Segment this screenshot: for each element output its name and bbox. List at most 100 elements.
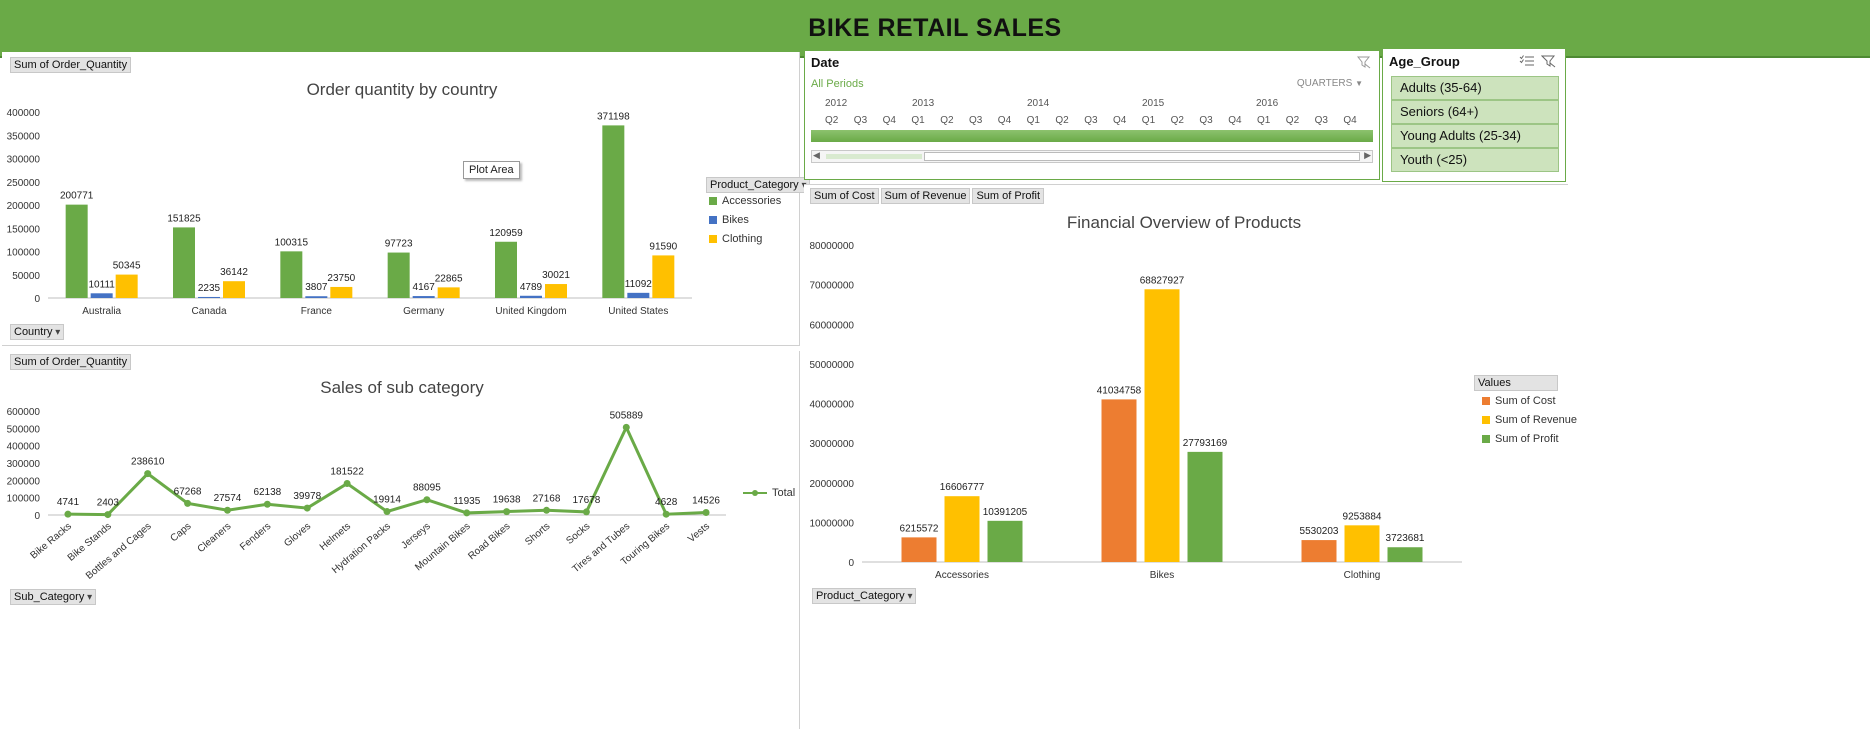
legend-item-bikes: Bikes (709, 214, 749, 226)
country-chart-panel[interactable]: Sum of Order_Quantity Order quantity by … (2, 52, 811, 346)
legend-item-sum-of-revenue: Sum of Revenue (1482, 414, 1577, 426)
quarter-label[interactable]: Q4 (1343, 115, 1356, 126)
scroll-right-icon[interactable]: ▶ (1364, 150, 1371, 161)
quarter-label[interactable]: Q1 (1257, 115, 1270, 126)
age-item-young-adults[interactable]: Young Adults (25-34) (1391, 124, 1559, 148)
bar-clothing-united-kingdom (545, 284, 567, 298)
country-bar-chart[interactable]: 0 50000 100000 150000 200000 250000 300000 3500… (2, 52, 800, 346)
y-tick-label: 100000 (7, 248, 41, 259)
x-tick-label: Canada (191, 306, 226, 317)
data-label: 97723 (385, 239, 413, 250)
y-tick-label: 50000 (12, 271, 40, 282)
quarter-label[interactable]: Q1 (1027, 115, 1040, 126)
data-label: 4628 (655, 497, 678, 508)
axis-field-chip-country[interactable]: Country (10, 324, 65, 340)
legend-swatch (743, 489, 767, 497)
legend-label: Clothing (722, 233, 763, 245)
quarter-label[interactable]: Q3 (854, 115, 867, 126)
axis-field-chip-subcategory[interactable]: Sub_Category (10, 589, 97, 605)
data-label: 68827927 (1140, 275, 1185, 286)
x-tick-label: Helmets (318, 521, 353, 553)
legend-field-chip[interactable]: Product_Category (706, 177, 811, 193)
age-item-seniors[interactable]: Seniors (64+) (1391, 100, 1559, 124)
year-label: 2015 (1142, 98, 1165, 109)
multi-select-icon[interactable] (1519, 54, 1535, 68)
quarter-label[interactable]: Q3 (1084, 115, 1097, 126)
point-socks (582, 508, 590, 516)
quarter-label[interactable]: Q4 (1113, 115, 1126, 126)
legend-label: Bikes (722, 214, 749, 226)
clear-filter-icon[interactable] (1541, 54, 1557, 68)
y-tick-label: 200000 (7, 201, 41, 212)
y-tick-label: 150000 (7, 224, 41, 235)
age-item-adults[interactable]: Adults (35-64) (1391, 76, 1559, 100)
x-tick-label: Vests (686, 521, 712, 545)
legend-swatch (1482, 435, 1490, 443)
data-label: 10111 (89, 279, 116, 290)
data-label: 2235 (198, 283, 221, 294)
bar-bikes-france (305, 296, 328, 298)
x-tick-label: Cleaners (196, 521, 234, 555)
timeline-scrollbar[interactable]: ◀ ▶ (811, 150, 1373, 163)
data-label: 2403 (97, 498, 120, 509)
quarter-label[interactable]: Q3 (1199, 115, 1212, 126)
data-label: 100315 (275, 237, 309, 248)
quarter-label[interactable]: Q4 (883, 115, 896, 126)
data-label: 181522 (330, 467, 364, 478)
bar-sum-of-cost-clothing (1301, 540, 1337, 562)
subcategory-chart-panel[interactable]: Sum of Order_Quantity Sales of sub categ… (2, 351, 800, 729)
finance-bar-chart[interactable]: 0 10000000 20000000 30000000 40000000 5000000… (804, 185, 1568, 730)
x-tick-label: United Kingdom (495, 306, 566, 317)
date-timeline-slicer[interactable]: Date All Periods QUARTERS ▼ 2012 2013 2014… (804, 50, 1380, 180)
subcategory-line-chart[interactable]: 0 100000 200000 300000 400000 500000 600000 474… (2, 351, 800, 729)
quarter-label[interactable]: Q3 (969, 115, 982, 126)
x-tick-label: Germany (403, 306, 444, 317)
scroll-left-icon[interactable]: ◀ (813, 150, 820, 161)
finance-chart-panel[interactable]: Sum of Cost Sum of Revenue Sum of Profit… (804, 184, 1577, 730)
quarter-label[interactable]: Q2 (940, 115, 953, 126)
bar-accessories-united-kingdom (495, 241, 517, 298)
bar-accessories-canada (173, 227, 195, 298)
legend-label: Sum of Revenue (1495, 414, 1577, 426)
year-label: 2012 (825, 98, 848, 109)
data-label: 3723681 (1386, 533, 1425, 544)
quarter-label[interactable]: Q4 (1228, 115, 1241, 126)
quarter-label[interactable]: Q1 (911, 115, 924, 126)
point-vests (702, 508, 710, 516)
y-tick-label: 300000 (7, 459, 41, 470)
bar-accessories-germany (387, 252, 410, 298)
bar-sum-of-profit-clothing (1387, 547, 1423, 562)
quarter-label[interactable]: Q3 (1315, 115, 1328, 126)
quarter-label[interactable]: Q2 (1055, 115, 1068, 126)
quarter-label[interactable]: Q2 (1171, 115, 1184, 126)
scroll-thumb[interactable] (924, 152, 1360, 161)
values-legend-chip[interactable]: Values (1474, 375, 1558, 391)
age-group-slicer[interactable]: Age_Group Adults (35-64) Seniors (64+) Y… (1382, 48, 1566, 182)
time-level-select[interactable]: QUARTERS ▼ (1297, 78, 1363, 89)
bar-bikes-united-states (627, 292, 650, 298)
data-label: 36142 (220, 267, 248, 278)
point-bike-stands (104, 511, 112, 519)
data-label: 27168 (533, 493, 561, 504)
data-label: 3807 (305, 282, 328, 293)
timeline-bar[interactable] (811, 130, 1373, 142)
data-label: 88095 (413, 483, 441, 494)
quarter-label[interactable]: Q2 (825, 115, 838, 126)
data-label: 27793169 (1183, 438, 1228, 449)
bar-bikes-canada (198, 296, 220, 298)
y-tick-label: 40000000 (810, 400, 855, 411)
quarter-label[interactable]: Q4 (998, 115, 1011, 126)
x-tick-label: Gloves (282, 521, 313, 549)
x-tick-label: Caps (169, 521, 194, 544)
y-tick-label: 250000 (7, 178, 41, 189)
axis-field-chip-product-category[interactable]: Product_Category (812, 588, 917, 604)
legend-item-total: Total (743, 487, 795, 499)
quarter-label[interactable]: Q1 (1142, 115, 1155, 126)
clear-filter-icon[interactable] (1357, 55, 1371, 69)
quarter-label[interactable]: Q2 (1286, 115, 1299, 126)
data-label: 9253884 (1343, 511, 1382, 522)
age-item-youth[interactable]: Youth (<25) (1391, 148, 1559, 172)
point-bike-racks (64, 510, 72, 518)
y-tick-label: 100000 (7, 494, 41, 505)
all-periods-label[interactable]: All Periods (811, 78, 864, 90)
